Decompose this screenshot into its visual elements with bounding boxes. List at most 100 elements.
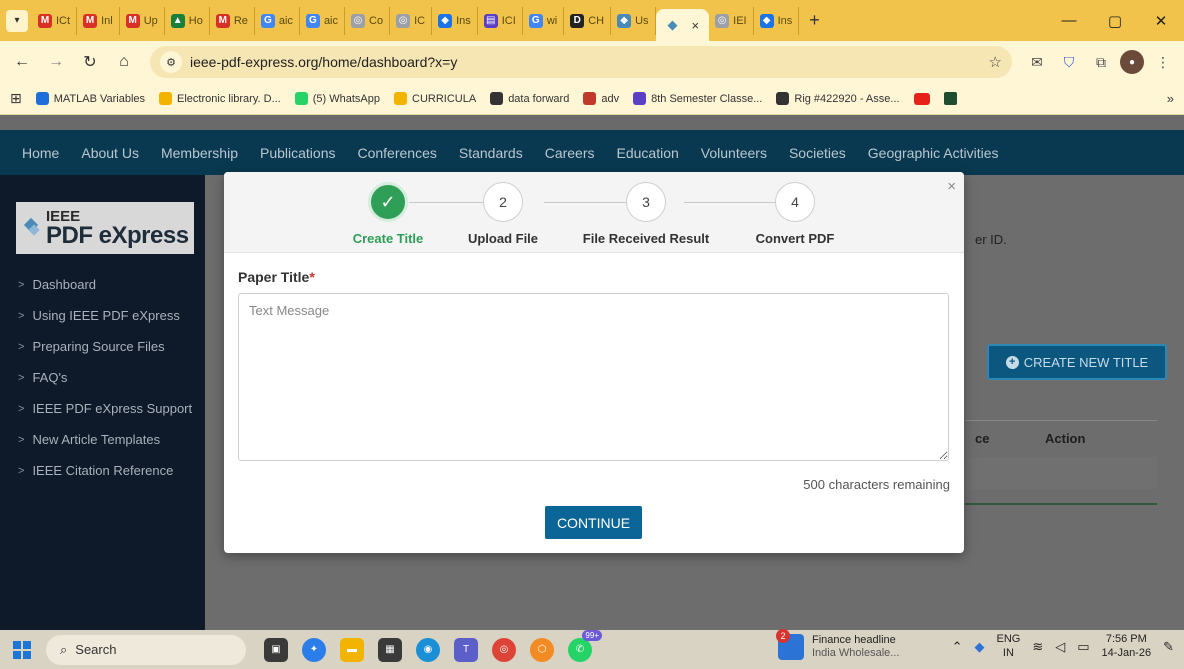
nav-item-societies[interactable]: Societies (789, 145, 846, 161)
whatsapp-icon[interactable]: ✆ 99+ (568, 629, 602, 662)
browser-tab-10[interactable]: ▤ ICI (478, 6, 523, 35)
bookmark-0[interactable]: MATLAB Variables (35, 92, 145, 105)
close-modal-icon[interactable]: × (947, 178, 956, 195)
nav-item-about-us[interactable]: About Us (81, 145, 139, 161)
defender-tray-icon[interactable]: ◆ (975, 639, 985, 655)
orange-app-icon[interactable]: ⬡ (530, 637, 554, 662)
forward-button[interactable]: → (42, 48, 70, 76)
windows-start-button[interactable] (8, 636, 36, 664)
address-bar[interactable]: ⚙ ieee-pdf-express.org/home/dashboard?x=… (150, 46, 1012, 78)
apps-grid-icon[interactable]: ⊞ (10, 90, 22, 107)
back-button[interactable]: ← (8, 48, 36, 76)
wifi-icon[interactable]: ≋ (1032, 639, 1043, 655)
restore-button[interactable]: ▢ (1092, 12, 1138, 30)
green-bookmark-icon[interactable] (943, 92, 957, 105)
bookmark-6[interactable]: 8th Semester Classe... (633, 92, 762, 105)
nav-item-careers[interactable]: Careers (545, 145, 595, 161)
tab-favicon-icon: ▤ (483, 13, 498, 28)
browser-tab-5[interactable]: Gaic (255, 6, 300, 35)
chevron-up-icon[interactable]: ⌃ (952, 639, 963, 655)
create-new-title-button[interactable]: + CREATE NEW TITLE (987, 344, 1167, 380)
browser-tab-0[interactable]: M ICt (32, 6, 78, 35)
reload-button[interactable]: ↻ (76, 48, 104, 76)
minimize-button[interactable]: — (1046, 12, 1092, 30)
nav-item-publications[interactable]: Publications (260, 145, 336, 161)
sidebar-item-faq-s[interactable]: > FAQ's (18, 362, 192, 393)
file-explorer-icon[interactable]: ▬ (340, 637, 364, 662)
taskbar-search[interactable]: ⌕ Search (46, 634, 246, 665)
continue-button[interactable]: CONTINUE (545, 506, 642, 539)
news-widget[interactable]: 2 Finance headline India Wholesale... (776, 629, 899, 661)
volume-icon[interactable]: ◁ (1055, 639, 1065, 655)
browser-tab-6[interactable]: Gaic (300, 6, 345, 35)
sidebar-item-new-article-templates[interactable]: > New Article Templates (18, 424, 192, 455)
bookmark-1[interactable]: Electronic library. D... (159, 92, 281, 105)
browser-tab-13[interactable]: ◆ Us (611, 6, 656, 35)
bookmark-5[interactable]: adv (583, 92, 619, 105)
nav-item-volunteers[interactable]: Volunteers (701, 145, 767, 161)
browser-tab-2[interactable]: M Up (120, 6, 165, 35)
browser-tab-11[interactable]: Gwi (523, 6, 565, 35)
browser-tab-4[interactable]: M Re (210, 6, 255, 35)
browser-tab-7[interactable]: ◎ Co (345, 6, 391, 35)
browser-tab-12[interactable]: D CH (564, 6, 612, 35)
browser-menu-icon[interactable]: ⋮ (1150, 49, 1176, 75)
mail-extension-icon[interactable]: ✉ (1024, 49, 1050, 75)
more-bookmarks-button[interactable]: » (1167, 91, 1174, 106)
bookmark-3[interactable]: CURRICULA (394, 92, 476, 105)
youtube-bookmark-icon[interactable] (913, 92, 930, 105)
nav-item-membership[interactable]: Membership (161, 145, 238, 161)
close-window-button[interactable]: ✕ (1138, 12, 1184, 30)
paper-title-textarea[interactable] (238, 293, 949, 461)
site-info-icon[interactable]: ⚙ (160, 51, 182, 73)
browser-tab-1[interactable]: M Inl (77, 6, 120, 35)
tab-search-button[interactable]: ▾ (6, 9, 28, 32)
sidebar-item-using-ieee-pdf-express[interactable]: > Using IEEE PDF eXpress (18, 300, 192, 331)
close-tab-icon[interactable]: × (692, 18, 700, 33)
microsoft-store-icon[interactable]: ▦ (378, 637, 402, 662)
chrome-icon[interactable]: ◎ (492, 637, 516, 662)
pdf-express-logo[interactable]: IEEE PDF eXpress (16, 202, 194, 254)
home-button[interactable]: ⌂ (110, 48, 138, 76)
nav-item-home[interactable]: Home (22, 145, 59, 161)
active-tab[interactable]: ◆ × (655, 9, 710, 41)
new-tab-button[interactable]: + (799, 10, 830, 31)
edge-icon[interactable]: ◉ (416, 637, 440, 662)
search-icon: ⌕ (60, 641, 68, 657)
language-indicator[interactable]: ENG IN (997, 633, 1021, 661)
task-view-icon[interactable]: ▣ (264, 637, 288, 662)
nav-item-standards[interactable]: Standards (459, 145, 523, 161)
browser-tab-after-1[interactable]: ◆ Ins (754, 6, 800, 35)
extensions-icon[interactable]: ⧉ (1088, 49, 1114, 75)
teams-icon[interactable]: T (454, 637, 478, 662)
clock[interactable]: 7:56 PM 14-Jan-26 (1102, 633, 1152, 661)
bookmark-2[interactable]: (5) WhatsApp (294, 92, 380, 105)
bookmark-7[interactable]: Rig #422920 - Asse... (776, 92, 900, 105)
lang-top: ENG (996, 633, 1021, 645)
tab-label: Re (233, 14, 248, 27)
profile-avatar[interactable]: ● (1120, 50, 1144, 74)
ieee-diamond-icon (24, 220, 40, 236)
nav-item-education[interactable]: Education (617, 145, 679, 161)
sidebar: IEEE PDF eXpress > Dashboard > Using IEEE P… (0, 175, 205, 630)
nav-item-geographic-activities[interactable]: Geographic Activities (868, 145, 999, 161)
nav-item-conferences[interactable]: Conferences (357, 145, 436, 161)
bookmark-list: MATLAB Variables Electronic library. D...… (35, 92, 900, 105)
bookmark-favicon-icon (35, 92, 49, 105)
tab-favicon-icon: M (83, 13, 98, 28)
sidebar-item-ieee-pdf-express-support[interactable]: > IEEE PDF eXpress Support (18, 393, 192, 424)
sidebar-item-ieee-citation-reference[interactable]: > IEEE Citation Reference (18, 455, 192, 486)
step-label: Upload File (467, 231, 539, 246)
browser-tab-9[interactable]: ◆ Ins (432, 6, 478, 35)
browser-tab-8[interactable]: ◎ IC (390, 6, 433, 35)
sidebar-item-dashboard[interactable]: > Dashboard (18, 269, 192, 300)
sidebar-item-preparing-source-files[interactable]: > Preparing Source Files (18, 331, 192, 362)
bookmark-4[interactable]: data forward (490, 92, 569, 105)
copilot-icon[interactable]: ✦ (302, 637, 326, 662)
shield-extension-icon[interactable]: ⛉ (1056, 49, 1082, 75)
battery-icon[interactable]: ▭ (1077, 639, 1089, 655)
bookmark-star-icon[interactable]: ☆ (989, 53, 1002, 71)
browser-tab-3[interactable]: ▲ Ho (165, 6, 210, 35)
browser-tab-after-0[interactable]: ◎ IEI (709, 6, 754, 35)
notification-icon[interactable]: ✎ (1163, 639, 1174, 655)
